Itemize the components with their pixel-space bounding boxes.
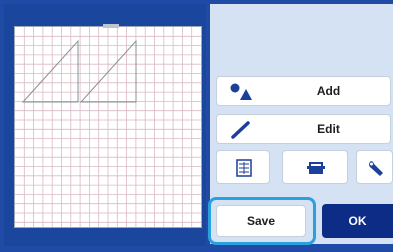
pattern-layout-icon xyxy=(236,159,252,177)
add-label: Add xyxy=(316,84,341,98)
mat-grid xyxy=(15,27,201,227)
save-button[interactable]: Save xyxy=(216,205,306,237)
screen: Add Edit Save OK xyxy=(0,0,393,252)
ok-button[interactable]: OK xyxy=(322,204,393,238)
pattern-layout-button[interactable] xyxy=(216,150,270,184)
cutting-mat[interactable] xyxy=(14,26,202,228)
edit-button[interactable]: Edit xyxy=(216,114,391,144)
save-label: Save xyxy=(246,214,276,228)
mat-scan-icon xyxy=(307,162,325,174)
shapes-icon xyxy=(230,83,252,100)
edit-label: Edit xyxy=(317,122,340,136)
mat-scan-button[interactable] xyxy=(282,150,348,184)
settings-button[interactable] xyxy=(356,150,393,184)
mat-marker xyxy=(103,24,119,28)
preview-panel xyxy=(4,4,206,246)
wrench-icon xyxy=(369,161,383,176)
ok-label: OK xyxy=(348,214,367,228)
add-button[interactable]: Add xyxy=(216,76,391,106)
shape-outline-left xyxy=(21,39,79,103)
pen-icon xyxy=(231,121,250,139)
